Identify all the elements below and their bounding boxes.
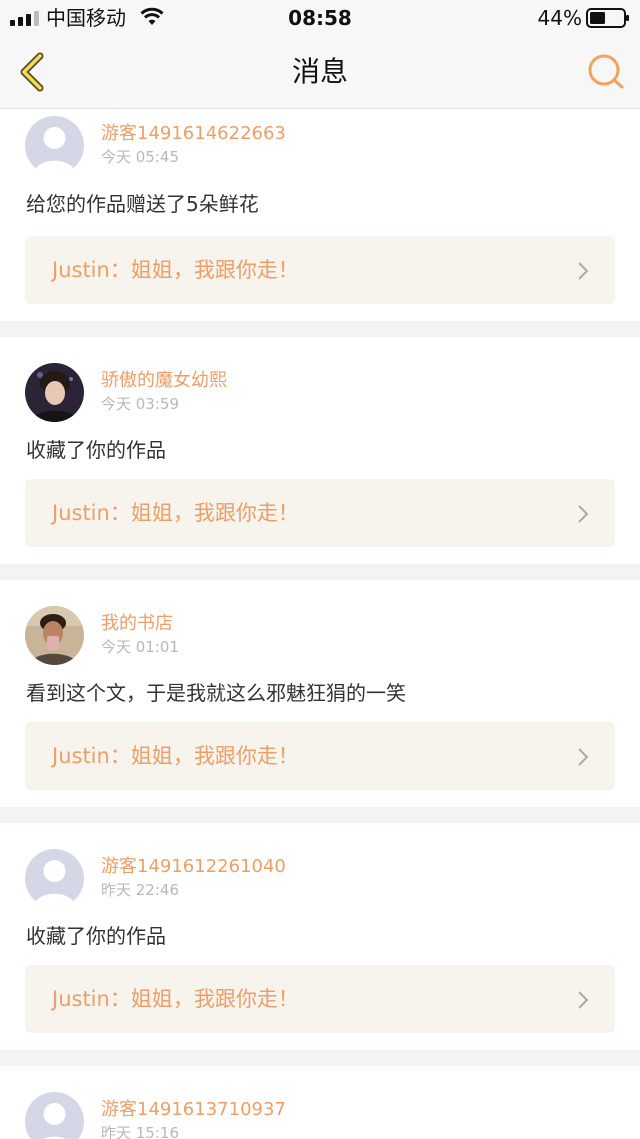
back-arrow-icon[interactable] (14, 50, 50, 94)
message-content: 给您的作品赠送了5朵鲜花 (26, 192, 259, 216)
username[interactable]: 我的书店 (101, 613, 173, 635)
quoted-work-text: Justin：姐姐，我跟你走！ (52, 501, 299, 525)
chevron-right-icon (578, 748, 589, 766)
message-card: 我的书店 今天 01:01 看到这个文，于是我就这么邪魅狂狷的一笑 Justin… (0, 580, 640, 807)
username[interactable]: 骄傲的魔女幼熙 (101, 370, 227, 392)
user-photo-icon (25, 363, 84, 422)
message-card: 游客1491612261040 昨天 22:46 收藏了你的作品 Justin：… (0, 823, 640, 1050)
quoted-work-text: Justin：姐姐，我跟你走！ (52, 258, 299, 282)
quoted-work[interactable]: Justin：姐姐，我跟你走！ (25, 965, 615, 1033)
page-title: 消息 (291, 55, 348, 88)
username[interactable]: 游客1491614622663 (101, 123, 286, 145)
username[interactable]: 游客1491613710937 (101, 1099, 286, 1121)
quoted-work[interactable]: Justin：姐姐，我跟你走！ (25, 236, 615, 304)
message-content: 收藏了你的作品 (26, 438, 166, 462)
message-card: 游客1491613710937 昨天 15:16 (0, 1066, 640, 1139)
message-time: 今天 01:01 (101, 638, 179, 656)
avatar[interactable] (25, 606, 84, 665)
battery-icon (586, 8, 629, 28)
default-avatar-icon (25, 116, 84, 175)
message-card: 骄傲的魔女幼熙 今天 03:59 收藏了你的作品 Justin：姐姐，我跟你走！ (0, 337, 640, 564)
avatar[interactable] (25, 849, 84, 908)
avatar[interactable] (25, 1092, 84, 1139)
chevron-right-icon (578, 262, 589, 280)
battery-percentage: 44% (537, 6, 582, 30)
quoted-work-text: Justin：姐姐，我跟你走！ (52, 987, 299, 1011)
username[interactable]: 游客1491612261040 (101, 856, 286, 878)
default-avatar-icon (25, 849, 84, 908)
navigation-bar: 消息 (0, 36, 640, 109)
quoted-work[interactable]: Justin：姐姐，我跟你走！ (25, 722, 615, 790)
default-avatar-icon (25, 1092, 84, 1139)
avatar[interactable] (25, 116, 84, 175)
avatar[interactable] (25, 363, 84, 422)
message-content: 看到这个文，于是我就这么邪魅狂狷的一笑 (26, 681, 406, 705)
quoted-work-text: Justin：姐姐，我跟你走！ (52, 744, 299, 768)
chevron-right-icon (578, 991, 589, 1009)
quoted-work[interactable]: Justin：姐姐，我跟你走！ (25, 479, 615, 547)
chevron-right-icon (578, 505, 589, 523)
message-time: 今天 05:45 (101, 148, 179, 166)
message-time: 今天 03:59 (101, 395, 179, 413)
message-time: 昨天 15:16 (101, 1124, 179, 1139)
user-photo-icon (25, 606, 84, 665)
message-card: 游客1491614622663 今天 05:45 给您的作品赠送了5朵鲜花 Ju… (0, 109, 640, 321)
message-content: 收藏了你的作品 (26, 924, 166, 948)
status-bar: 中国移动 08:58 44% (0, 0, 640, 36)
search-icon[interactable] (586, 52, 626, 92)
message-list[interactable]: 游客1491614622663 今天 05:45 给您的作品赠送了5朵鲜花 Ju… (0, 109, 640, 1139)
message-time: 昨天 22:46 (101, 881, 179, 899)
